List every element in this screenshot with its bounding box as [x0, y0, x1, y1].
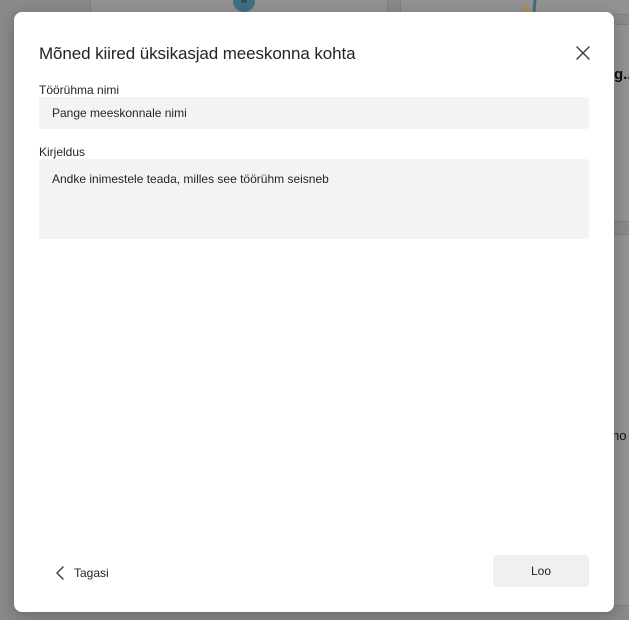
background-text: ho — [612, 428, 627, 443]
dialog-title: Mõned kiired üksikasjad meeskonna kohta — [39, 44, 356, 63]
team-name-label: Töörühma nimi — [39, 83, 120, 97]
create-team-dialog: Mõned kiired üksikasjad meeskonna kohta … — [14, 12, 614, 612]
create-button[interactable]: Loo — [493, 555, 589, 587]
description-label: Kirjeldus — [39, 145, 86, 159]
back-button[interactable]: Tagasi — [56, 561, 109, 585]
background-text: g.. — [614, 66, 629, 83]
back-button-label: Tagasi — [74, 566, 109, 580]
close-icon — [576, 46, 590, 60]
chevron-left-icon — [56, 566, 64, 580]
team-name-input[interactable] — [39, 97, 589, 129]
close-button[interactable] — [570, 40, 596, 66]
description-input[interactable] — [39, 159, 589, 239]
